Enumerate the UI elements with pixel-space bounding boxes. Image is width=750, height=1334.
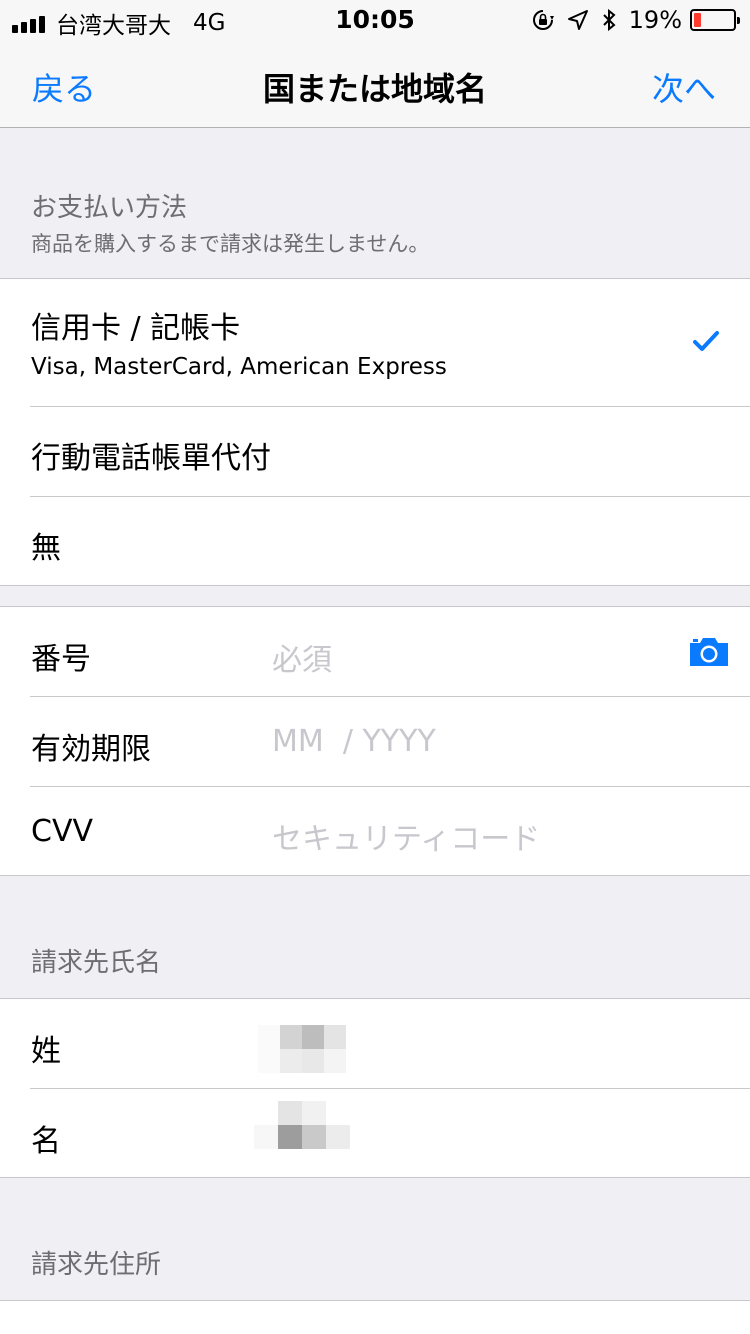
payment-option-label: 行動電話帳單代付 (31, 441, 271, 476)
payment-option-none[interactable]: 無 (0, 497, 750, 586)
card-number-input[interactable]: 必須 (272, 635, 332, 679)
payment-options-group: 信用卡 / 記帳卡 Visa, MasterCard, American Exp… (0, 278, 750, 586)
card-number-row[interactable]: 番号 必須 (0, 607, 750, 697)
billing-name-group: 姓 名 (0, 998, 750, 1178)
billing-address-group: 街道 必須 (0, 1300, 750, 1334)
first-name-input[interactable] (254, 1101, 350, 1149)
billing-name-header: 請求先氏名 (0, 876, 750, 998)
payment-option-sublabel: Visa, MasterCard, American Express (31, 354, 447, 380)
payment-option-mobile-billing[interactable]: 行動電話帳單代付 (0, 407, 750, 497)
card-details-group: 番号 必須 有効期限 MM / YYYY CVV セキュリティコード (0, 606, 750, 876)
street-input[interactable]: 必須 (272, 1329, 332, 1334)
payment-method-title: お支払い方法 (31, 193, 188, 223)
payment-option-label: 信用卡 / 記帳卡 (31, 311, 241, 346)
status-right: 19% (519, 6, 740, 34)
page-title: 国または地域名 (262, 70, 487, 108)
battery-icon (690, 9, 740, 31)
expiry-input[interactable]: MM / YYYY (272, 724, 436, 759)
bluetooth-icon (601, 8, 617, 32)
first-name-row[interactable]: 名 (0, 1089, 750, 1178)
billing-name-title: 請求先氏名 (31, 948, 162, 978)
battery-percentage: 19% (628, 6, 682, 34)
cvv-label: CVV (31, 814, 93, 849)
expiry-label: 有効期限 (31, 732, 151, 767)
expiry-row[interactable]: 有効期限 MM / YYYY (0, 697, 750, 787)
street-label: 街道 (31, 1328, 91, 1334)
payment-screen: 台湾大哥大 4G 10:05 19% 戻る 国または地域名 次へ お支払い方法 … (0, 0, 750, 1334)
last-name-input[interactable] (258, 1025, 346, 1073)
location-arrow-icon (567, 9, 589, 31)
payment-option-label: 無 (31, 531, 61, 566)
cvv-input[interactable]: セキュリティコード (272, 814, 540, 858)
billing-address-title: 請求先住所 (31, 1250, 162, 1280)
camera-icon[interactable] (688, 636, 730, 672)
orientation-lock-icon (531, 8, 555, 32)
payment-method-header: お支払い方法 商品を購入するまで請求は発生しません。 (0, 129, 750, 278)
next-button[interactable]: 次へ (652, 64, 716, 110)
payment-option-credit-card[interactable]: 信用卡 / 記帳卡 Visa, MasterCard, American Exp… (0, 279, 750, 407)
card-number-label: 番号 (31, 642, 91, 677)
last-name-label: 姓 (31, 1034, 61, 1069)
first-name-label: 名 (31, 1124, 61, 1159)
status-bar: 台湾大哥大 4G 10:05 19% (0, 0, 750, 40)
last-name-row[interactable]: 姓 (0, 999, 750, 1089)
checkmark-icon (692, 329, 720, 357)
payment-method-subtitle: 商品を購入するまで請求は発生しません。 (31, 232, 430, 256)
cvv-row[interactable]: CVV セキュリティコード (0, 787, 750, 876)
street-row[interactable]: 街道 必須 (0, 1301, 750, 1334)
navigation-bar: 戻る 国または地域名 次へ (0, 40, 750, 128)
billing-address-header: 請求先住所 (0, 1178, 750, 1300)
